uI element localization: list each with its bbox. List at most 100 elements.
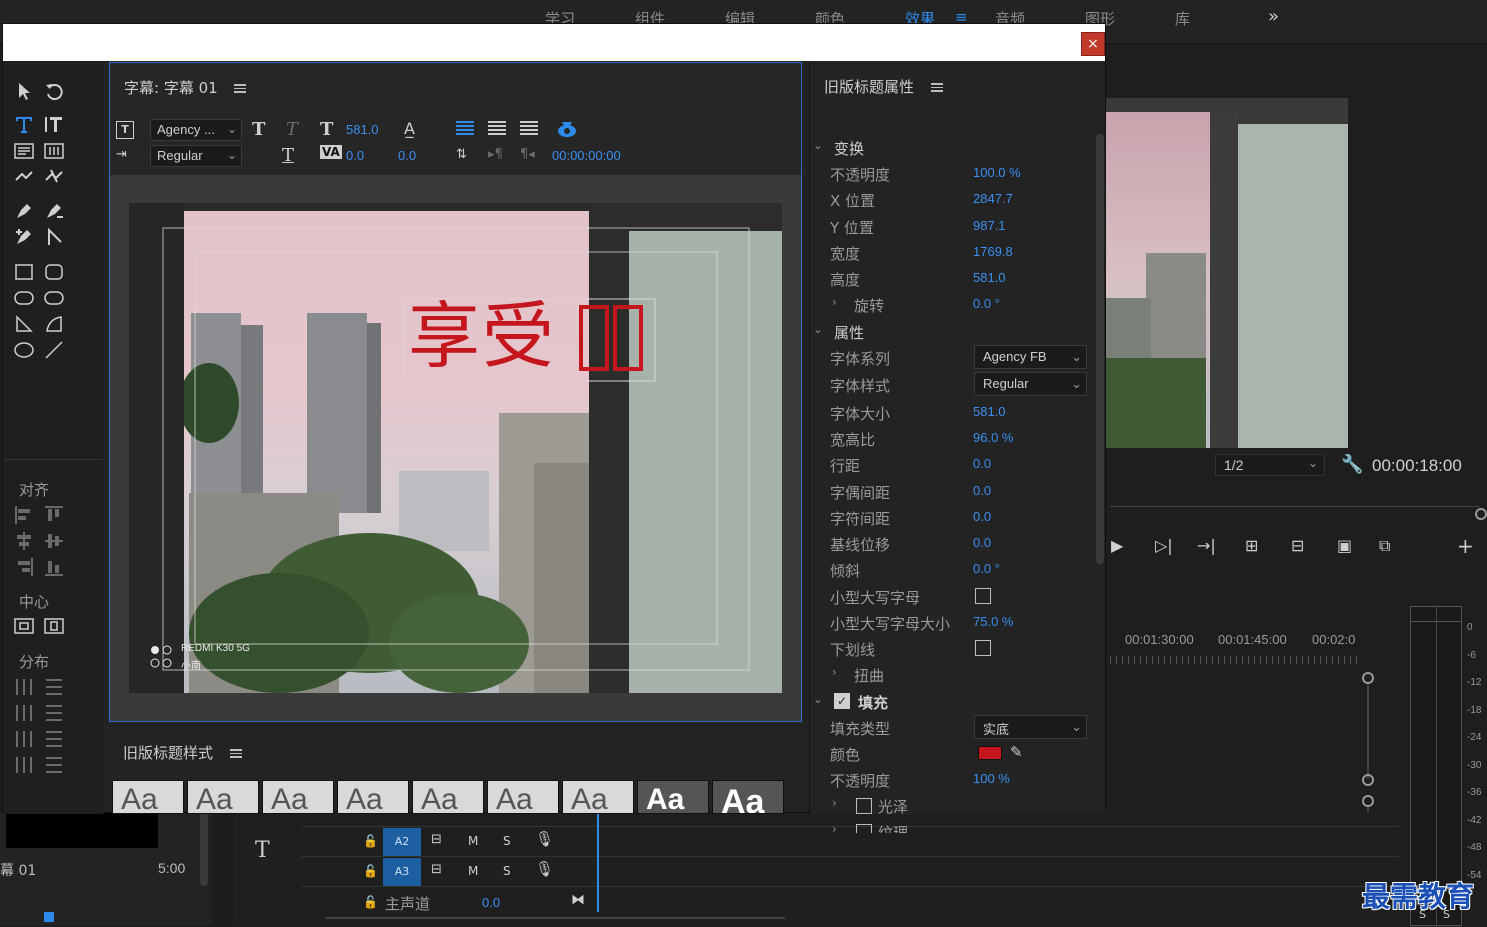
distribute-top-icon[interactable] xyxy=(41,675,67,699)
pen-tool-icon[interactable] xyxy=(11,199,37,223)
play-icon[interactable]: ▶ xyxy=(1111,536,1123,555)
align-left-text-icon[interactable] xyxy=(456,121,474,137)
tab-stops-icon[interactable]: ⇥ xyxy=(116,147,127,162)
sheen-checkbox[interactable] xyxy=(856,798,872,814)
ellipse-tool-icon[interactable] xyxy=(11,338,37,362)
bold-icon[interactable]: T xyxy=(252,119,265,140)
microphone-icon[interactable]: 🎙 xyxy=(535,860,554,878)
align-right-text-icon[interactable] xyxy=(520,121,538,137)
add-anchor-tool-icon[interactable] xyxy=(11,225,37,249)
style-swatch[interactable]: Aa xyxy=(187,780,259,814)
style-swatch[interactable]: Aa xyxy=(112,780,184,814)
go-to-out-icon[interactable]: →| xyxy=(1197,536,1216,555)
font-size-value[interactable]: 581.0 xyxy=(346,122,379,137)
distribute-right-icon[interactable] xyxy=(11,727,37,751)
clipped-corner-rectangle-tool-icon[interactable] xyxy=(11,286,37,310)
attributes-group[interactable]: ⌄ 属性 xyxy=(810,319,1090,345)
selection-tool-icon[interactable] xyxy=(11,79,37,103)
microphone-icon[interactable]: 🎙 xyxy=(535,830,554,848)
prop-rotation[interactable]: › 旋转 0.0 ° xyxy=(810,292,1090,318)
resolution-select[interactable]: 1/2 ⌄ xyxy=(1215,454,1325,476)
delete-anchor-tool-icon[interactable] xyxy=(41,199,67,223)
track-target-a2[interactable]: A2 xyxy=(383,828,421,856)
path-type-tool-icon[interactable] xyxy=(11,165,37,189)
kerning-value[interactable]: 0.0 xyxy=(346,148,364,163)
properties-menu-icon[interactable] xyxy=(930,81,943,94)
rounded-corner-tool-icon[interactable] xyxy=(41,286,67,310)
distribute-center-icon[interactable] xyxy=(11,701,37,725)
insert-icon[interactable]: ⊞ xyxy=(1245,536,1258,555)
tab-libraries[interactable]: 库 xyxy=(1175,8,1190,29)
wrench-icon[interactable]: 🔧 xyxy=(1341,454,1363,475)
background-timecode[interactable]: 00:00:00:00 xyxy=(552,148,621,163)
align-bottom-icon[interactable] xyxy=(41,555,67,579)
panel-menu-icon[interactable] xyxy=(234,82,247,95)
font-style-dropdown[interactable]: Regular ⌄ xyxy=(150,145,242,167)
align-center-text-icon[interactable] xyxy=(488,121,506,137)
prop-texture[interactable]: › 纹理 xyxy=(810,819,1090,833)
fill-type-select[interactable]: 实底 ⌄ xyxy=(974,715,1087,739)
transition-icon[interactable]: ⧓ xyxy=(571,892,585,908)
line-tool-icon[interactable] xyxy=(41,338,67,362)
leading-value[interactable]: 0.0 xyxy=(398,148,416,163)
transform-group[interactable]: ⌄ 变换 xyxy=(810,135,1090,161)
overwrite-icon[interactable]: ⊟ xyxy=(1291,536,1304,555)
underline-icon[interactable]: T xyxy=(282,145,294,166)
compare-icon[interactable]: ⧉ xyxy=(1379,536,1390,556)
eyedropper-icon[interactable]: ✎ xyxy=(1010,743,1023,761)
wedge-tool-icon[interactable] xyxy=(11,312,37,336)
track-target-a3[interactable]: A3 xyxy=(383,858,421,886)
align-right-icon[interactable] xyxy=(11,555,37,579)
solo-button[interactable]: S xyxy=(503,864,511,878)
next-frame-icon[interactable]: ¶◂ xyxy=(520,147,535,162)
sync-lock-icon[interactable]: ⊟ xyxy=(431,832,442,847)
arc-tool-icon[interactable] xyxy=(41,312,67,336)
playhead[interactable] xyxy=(597,812,599,912)
list-view-icon[interactable] xyxy=(44,912,54,922)
style-swatch[interactable]: Aa xyxy=(262,780,334,814)
sync-lock-icon[interactable]: ⊟ xyxy=(431,862,442,877)
type-tool-icon[interactable] xyxy=(11,112,37,136)
tab-stops-bottom-icon[interactable]: ⇅ xyxy=(456,147,467,162)
title-text[interactable]: 享受 xyxy=(408,291,556,381)
more-tabs-icon[interactable]: » xyxy=(1268,6,1279,27)
align-horizontal-center-icon[interactable] xyxy=(11,529,37,553)
italic-icon[interactable]: T xyxy=(286,119,298,140)
underline-checkbox[interactable] xyxy=(975,640,991,656)
vertical-type-tool-icon[interactable] xyxy=(41,112,67,136)
align-left-icon[interactable] xyxy=(11,503,37,527)
track-scroll-handle[interactable] xyxy=(1362,795,1374,807)
rectangle-tool-icon[interactable] xyxy=(11,260,37,284)
align-vertical-center-icon[interactable] xyxy=(41,529,67,553)
vertical-area-type-tool-icon[interactable] xyxy=(41,139,67,163)
timeline-zoom-bar[interactable] xyxy=(325,917,785,919)
type-tool-icon[interactable]: T xyxy=(255,838,270,863)
font-family-dropdown[interactable]: Agency ... ⌄ xyxy=(150,119,242,141)
dialog-titlebar[interactable] xyxy=(3,24,1105,61)
track-scroll-handle[interactable] xyxy=(1362,672,1374,684)
small-caps-checkbox[interactable] xyxy=(975,588,991,604)
style-swatch[interactable]: Aa xyxy=(337,780,409,814)
clip-name[interactable]: 幕 01 xyxy=(0,860,36,880)
lock-icon[interactable]: 🔓 xyxy=(363,864,378,878)
convert-anchor-tool-icon[interactable] xyxy=(41,225,67,249)
track-scroll-handle[interactable] xyxy=(1362,774,1374,786)
styles-menu-icon[interactable] xyxy=(229,747,242,760)
distribute-bottom-icon[interactable] xyxy=(41,727,67,751)
roll-crawl-options-icon[interactable]: T xyxy=(116,121,134,139)
texture-checkbox[interactable] xyxy=(856,824,872,833)
camera-icon[interactable]: ▣ xyxy=(1337,536,1352,555)
fill-group[interactable]: ⌄ ✓ 填充 xyxy=(810,689,1090,715)
distribute-vertical-icon[interactable] xyxy=(41,753,67,777)
rounded-rectangle-tool-icon[interactable] xyxy=(41,260,67,284)
distribute-horizontal-icon[interactable] xyxy=(11,753,37,777)
distribute-middle-icon[interactable] xyxy=(41,701,67,725)
close-button[interactable]: × xyxy=(1081,32,1105,56)
master-volume-value[interactable]: 0.0 xyxy=(482,895,500,910)
rotation-tool-icon[interactable] xyxy=(41,79,67,103)
font-family-select[interactable]: Agency FB ⌄ xyxy=(974,345,1087,369)
center-horizontal-icon[interactable] xyxy=(11,614,37,638)
fill-checkbox[interactable]: ✓ xyxy=(834,693,850,709)
step-forward-icon[interactable]: ▷| xyxy=(1155,536,1173,555)
prop-sheen[interactable]: › 光泽 xyxy=(810,793,1090,819)
